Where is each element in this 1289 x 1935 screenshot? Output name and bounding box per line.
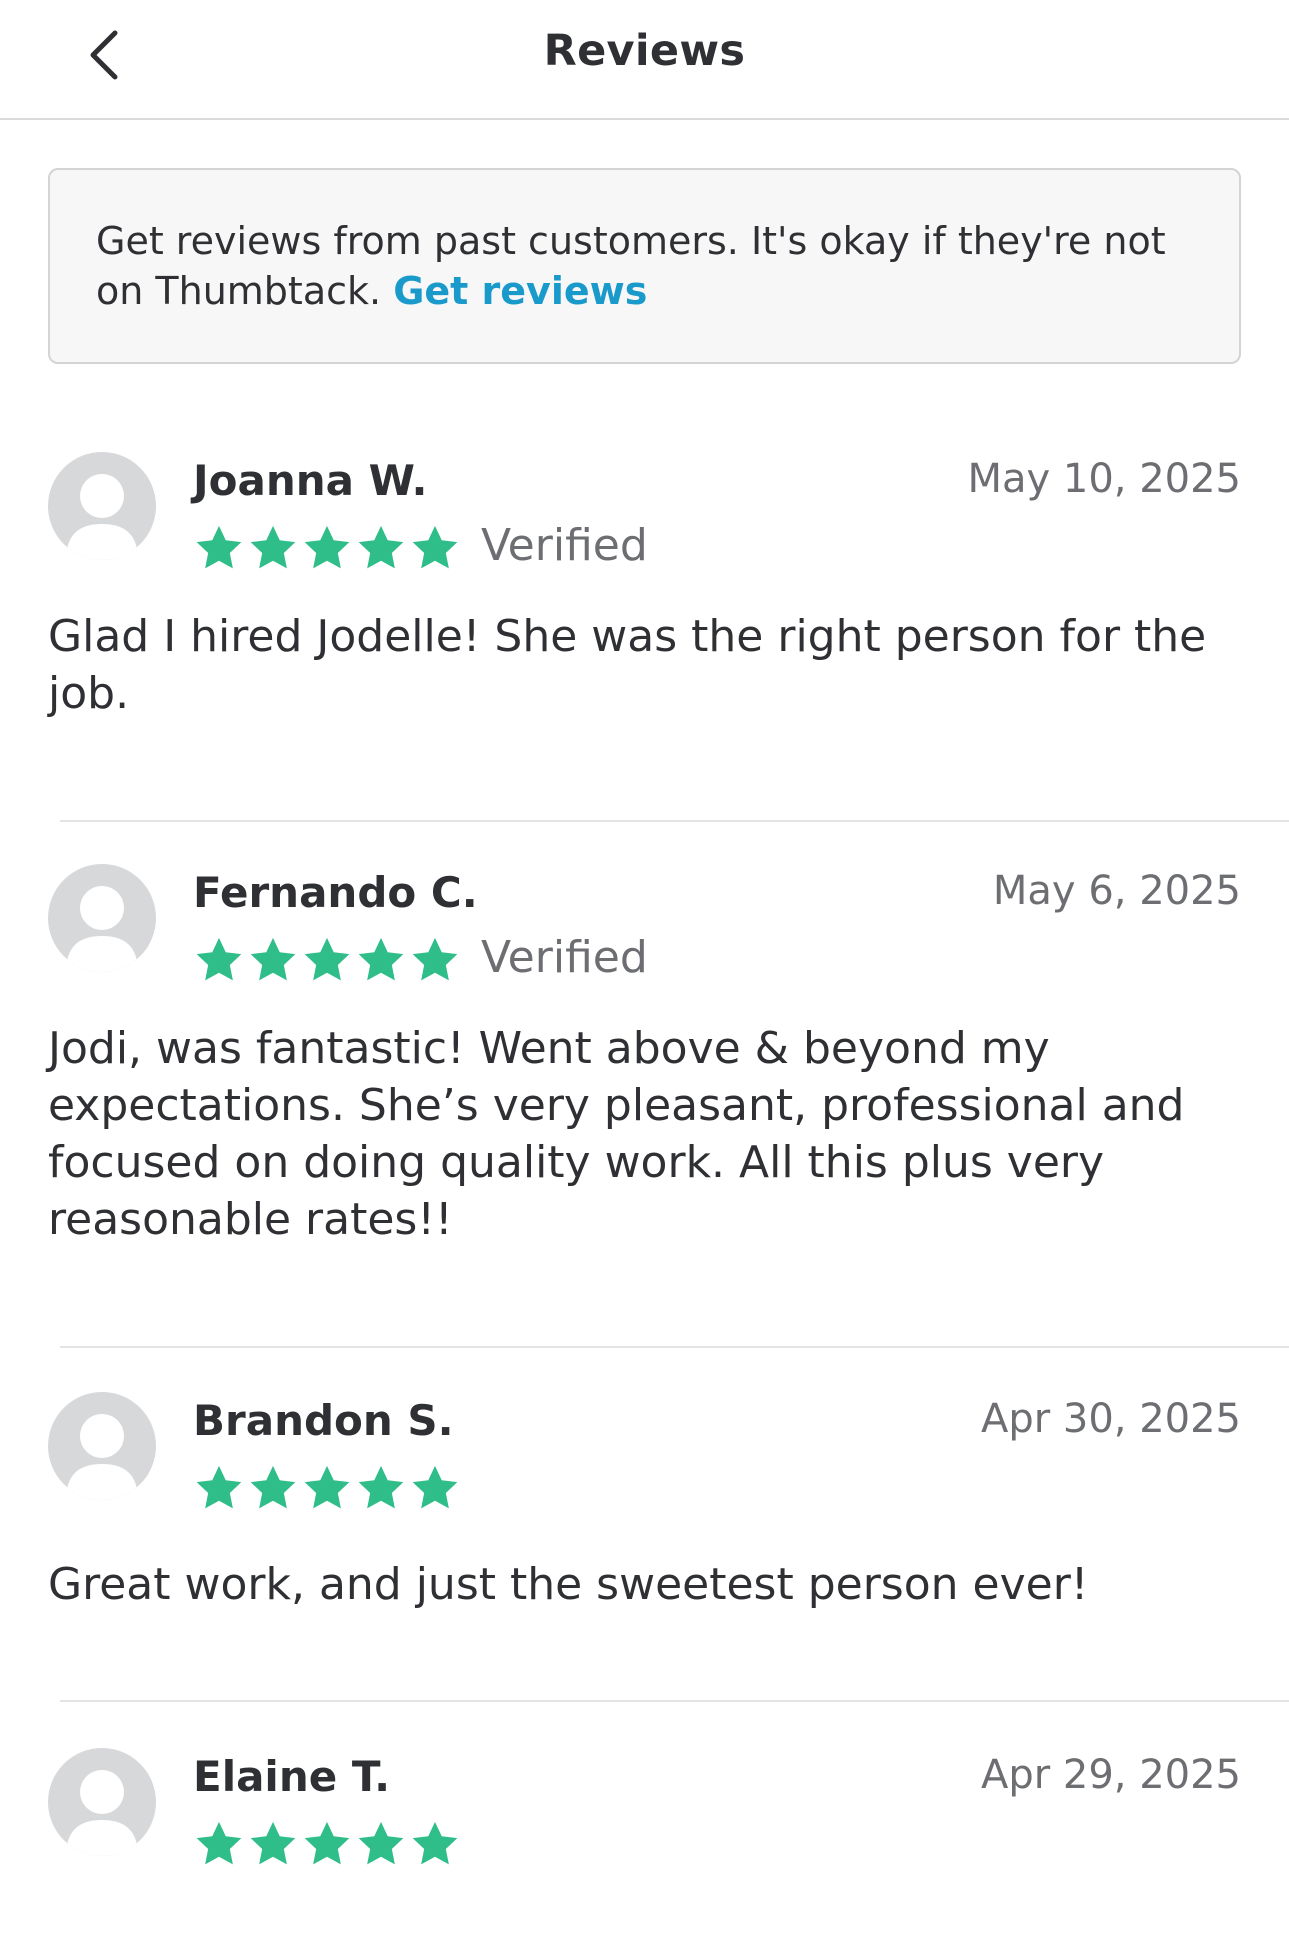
review-date: May 10, 2025: [967, 456, 1241, 502]
star-icon: [196, 1465, 242, 1509]
star-rating: [193, 934, 461, 986]
reviewer-name: Brandon S.: [193, 1396, 454, 1445]
verified-label: Verified: [481, 932, 648, 983]
review-date: Apr 29, 2025: [980, 1752, 1241, 1798]
star-icon: [196, 1821, 242, 1865]
top-bar: Reviews: [0, 0, 1289, 120]
review-text: Great work, and just the sweetest person…: [48, 1559, 1089, 1610]
star-icon: [358, 1465, 404, 1509]
star-rating: [193, 522, 461, 574]
avatar: [48, 1392, 156, 1500]
star-icon: [358, 937, 404, 981]
star-icon: [304, 525, 350, 569]
star-icon: [250, 937, 296, 981]
avatar: [48, 452, 156, 560]
star-icon: [304, 1821, 350, 1865]
star-icon: [358, 525, 404, 569]
review-date: May 6, 2025: [992, 868, 1241, 914]
divider: [60, 820, 1289, 822]
divider: [60, 1700, 1289, 1702]
get-reviews-link[interactable]: Get reviews: [393, 269, 647, 313]
star-icon: [250, 1821, 296, 1865]
star-icon: [196, 937, 242, 981]
page-title: Reviews: [543, 26, 746, 76]
star-icon: [250, 525, 296, 569]
divider: [60, 1346, 1289, 1348]
reviewer-name: Elaine T.: [193, 1752, 391, 1801]
avatar: [48, 1748, 156, 1856]
review-date: Apr 30, 2025: [980, 1396, 1241, 1442]
star-icon: [196, 525, 242, 569]
star-rating: [193, 1818, 461, 1870]
reviewer-name: Joanna W.: [193, 456, 428, 505]
star-icon: [412, 1465, 458, 1509]
star-icon: [304, 1465, 350, 1509]
avatar: [48, 864, 156, 972]
person-placeholder-icon: [66, 474, 138, 560]
reviewer-name: Fernando C.: [193, 868, 478, 917]
verified-label: Verified: [481, 520, 648, 571]
person-placeholder-icon: [66, 1770, 138, 1856]
review-text: Glad I hired Jodelle! She was the right …: [48, 611, 1207, 719]
star-icon: [250, 1465, 296, 1509]
star-icon: [412, 1821, 458, 1865]
review-text: Jodi, was fantastic! Went above & beyond…: [48, 1023, 1185, 1245]
star-icon: [358, 1821, 404, 1865]
person-placeholder-icon: [66, 1414, 138, 1500]
star-icon: [412, 937, 458, 981]
star-rating: [193, 1462, 461, 1514]
star-icon: [304, 937, 350, 981]
star-icon: [412, 525, 458, 569]
get-reviews-banner: Get reviews from past customers. It's ok…: [48, 168, 1241, 364]
person-placeholder-icon: [66, 886, 138, 972]
